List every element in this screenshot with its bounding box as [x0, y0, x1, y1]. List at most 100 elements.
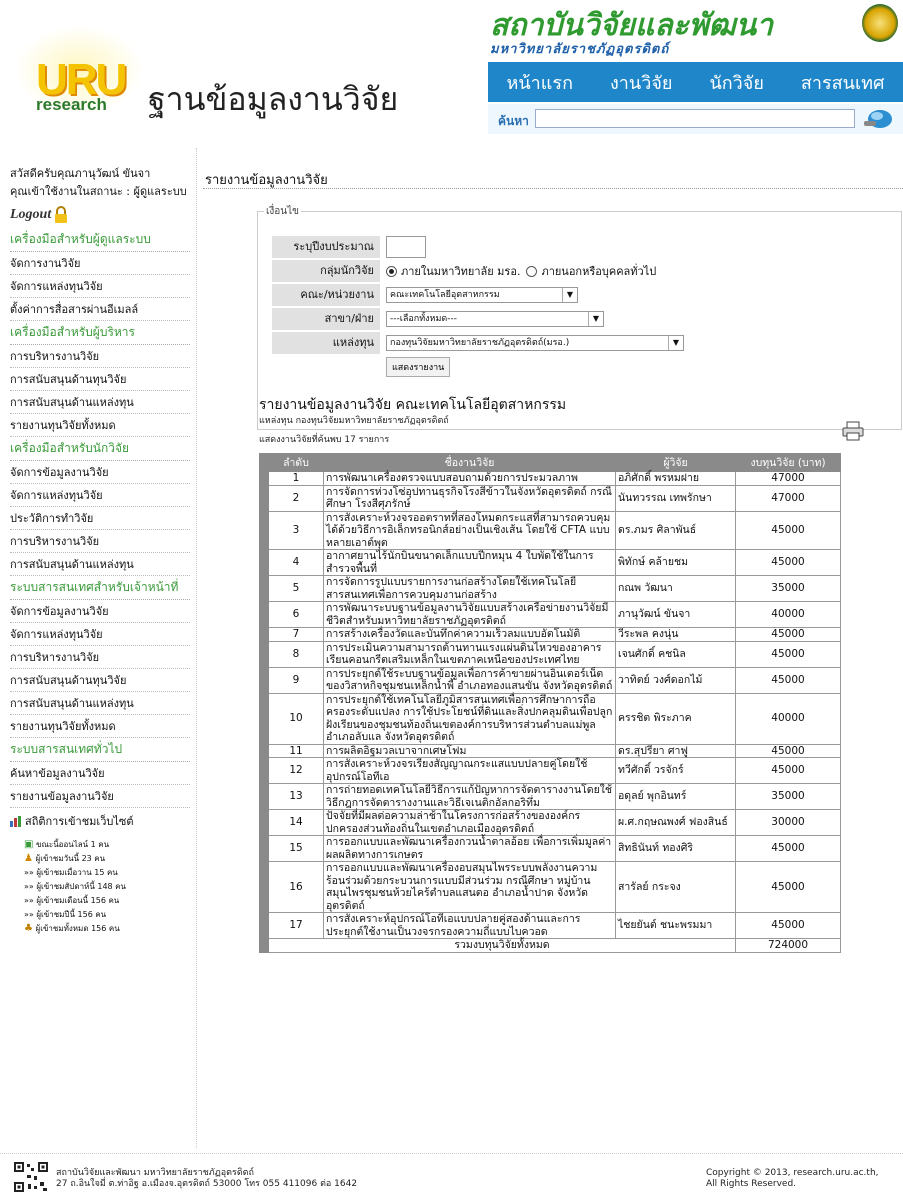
section-general-info: ระบบสารสนเทศทั่วไป — [10, 738, 190, 762]
row-bar — [259, 601, 269, 628]
condition-legend: เงื่อนไข — [266, 206, 300, 217]
sidebar-item-manage-research[interactable]: จัดการงานวิจัย — [10, 252, 190, 275]
online-users-icon: ▣ — [24, 839, 34, 850]
research-budget: 30000 — [735, 809, 841, 836]
research-title: การผลิตอิฐมวลเบาจากเศษโฟม — [323, 743, 616, 758]
site-header: URU research ฐานข้อมูลงานวิจัย สถาบันวิจ… — [0, 0, 903, 135]
sidebar-item-source-support[interactable]: การสนับสนุนด้านแหล่งทุน — [10, 553, 190, 576]
sidebar-item-manage-research-data[interactable]: จัดการข้อมูลงานวิจัย — [10, 600, 190, 623]
row-number: 17 — [268, 912, 324, 939]
researcher-name: สิทธินันท์ ทองศิริ — [615, 835, 736, 862]
research-title: การประเมินความสามารถต้านทานแรงแผ่นดินไหว… — [323, 640, 616, 668]
nav-research[interactable]: งานวิจัย — [610, 68, 672, 97]
row-bar — [259, 549, 269, 576]
group-radio-external[interactable] — [526, 265, 538, 277]
group-label: กลุ่มนักวิจัย — [272, 260, 380, 282]
row-bar — [259, 783, 269, 810]
footer-address: สถาบันวิจัยและพัฒนา มหาวิทยาลัยราชภัฏอุต… — [56, 1168, 357, 1190]
researcher-name: พิทักษ์ คล้ายชม — [615, 549, 736, 576]
stat-today: ♟ ผู้เข้าชมวันนี้ 23 คน — [24, 852, 190, 866]
search-input[interactable] — [535, 109, 855, 128]
faculty-label: คณะ/หน่วยงาน — [272, 284, 380, 306]
stat-week: »» ผู้เข้าชมสัปดาห์นี้ 148 คน — [24, 882, 126, 891]
table-row: 5 การจัดการรูปแบบรายการงานก่อสร้างโดยใช้เ… — [259, 575, 841, 602]
search-label: ค้นหา — [498, 114, 529, 128]
sidebar-item-manage-research-data[interactable]: จัดการข้อมูลงานวิจัย — [10, 461, 190, 484]
table-row: 1 การพัฒนาเครื่องตรวจแบบสอบถามด้วยการประม… — [259, 471, 841, 486]
logout-label: Logout — [10, 207, 52, 222]
row-bar — [259, 692, 269, 745]
stat-month: »» ผู้เข้าชมเดือนนี้ 156 คน — [24, 896, 120, 905]
greeting: สวัสดีครับคุณภานุวัฒน์ ขันจา — [10, 167, 151, 180]
sidebar-item-research-admin[interactable]: การบริหารงานวิจัย — [10, 345, 190, 368]
stat-total: ♣ ผู้เข้าชมทั้งหมด 156 คน — [24, 922, 190, 936]
researcher-name: กณพ วัฒนา — [615, 575, 736, 602]
sidebar-item-manage-funds[interactable]: จัดการแหล่งทุนวิจัย — [10, 484, 190, 507]
total-value: 724000 — [735, 938, 841, 953]
table-row: 12 การสังเคราะห์วงจรเรียงสัญญาณกระแสแบบปล… — [259, 757, 841, 784]
research-budget: 40000 — [735, 692, 841, 745]
nav-researchers[interactable]: นักวิจัย — [709, 68, 763, 97]
fund-label: แหล่งทุน — [272, 332, 380, 354]
nav-information[interactable]: สารสนเทศ — [801, 68, 885, 97]
sidebar-item-research-admin[interactable]: การบริหารงานวิจัย — [10, 646, 190, 669]
row-number: 3 — [268, 510, 324, 550]
logout-link[interactable]: Logout — [10, 206, 190, 224]
sidebar-item-research-report[interactable]: รายงานข้อมูลงานวิจัย — [10, 785, 190, 808]
sidebar-item-manage-funds[interactable]: จัดการแหล่งทุนวิจัย — [10, 623, 190, 646]
faculty-select-value: คณะเทคโนโลยีอุตสาหกรรม — [390, 290, 500, 300]
year-input[interactable] — [386, 236, 426, 258]
sidebar-item-source-support[interactable]: การสนับสนุนด้านแหล่งทุน — [10, 692, 190, 715]
sidebar-item-fund-support[interactable]: การสนับสนุนด้านทุนวิจัย — [10, 669, 190, 692]
show-report-button[interactable]: แสดงรายงาน — [386, 357, 451, 377]
lock-icon — [55, 206, 68, 223]
row-bar — [259, 627, 269, 642]
research-title: การสร้างเครื่องวัดและบันทึกค่าความเร็วลม… — [323, 627, 616, 642]
print-icon[interactable] — [842, 421, 864, 441]
nav-home[interactable]: หน้าแรก — [507, 68, 573, 97]
row-number: 12 — [268, 757, 324, 784]
visitor-stats-title: สถิติการเข้าชมเว็บไซต์ — [25, 815, 134, 828]
row-number: 2 — [268, 484, 324, 512]
sidebar-item-research-history[interactable]: ประวัติการทำวิจัย — [10, 507, 190, 530]
research-budget: 45000 — [735, 861, 841, 913]
search-globe-icon[interactable] — [863, 108, 893, 130]
researcher-name: ไชยยันต์ ชนะพรมมา — [615, 912, 736, 939]
branch-select-value: ---เลือกทั้งหมด--- — [390, 314, 457, 324]
researcher-name: นันทวรรณ เทพรักษา — [615, 484, 736, 512]
sidebar-item-manage-funds[interactable]: จัดการแหล่งทุนวิจัย — [10, 275, 190, 298]
researcher-name: ภานุวัฒน์ ขันจา — [615, 601, 736, 628]
sidebar-item-source-support[interactable]: การสนับสนุนด้านแหล่งทุน — [10, 391, 190, 414]
table-row: 3 การสังเคราะห์วงจรออตราทที่สองโหมดกระแสท… — [259, 510, 841, 550]
sidebar-item-all-funds-report[interactable]: รายงานทุนวิจัยทั้งหมด — [10, 414, 190, 437]
group-radio-internal[interactable] — [386, 265, 397, 277]
sidebar-item-research-admin[interactable]: การบริหารงานวิจัย — [10, 530, 190, 553]
page-title: รายงานข้อมูลงานวิจัย — [205, 173, 328, 188]
university-emblem-icon — [862, 4, 898, 42]
uru-research-logo[interactable]: URU research — [14, 25, 144, 117]
main-nav: หน้าแรก งานวิจัย นักวิจัย สารสนเทศ — [488, 62, 903, 102]
research-title: การประยุกต์ใช้ระบบฐานข้อมูลเพื่อการค้าขา… — [323, 666, 616, 694]
branch-select[interactable]: ---เลือกทั้งหมด--- ▼ — [386, 311, 604, 327]
row-number: 10 — [268, 692, 324, 745]
sidebar-item-email-settings[interactable]: ตั้งค่าการสื่อสารผ่านอีเมลล์ — [10, 298, 190, 321]
user-icon: ♟ — [24, 853, 33, 864]
sidebar-item-search-research[interactable]: ค้นหาข้อมูลงานวิจัย — [10, 762, 190, 785]
qr-code-icon — [14, 1162, 48, 1192]
report-fund-source: แหล่งทุน กองทุนวิจัยมหาวิทยาลัยราชภัฏอุต… — [259, 416, 449, 426]
researcher-name: ดร.ภมร ศิลาพันธ์ — [615, 510, 736, 550]
col-no: ลำดับ — [268, 453, 324, 472]
search-bar: ค้นหา — [488, 104, 903, 134]
fund-select[interactable]: กองทุนวิจัยมหาวิทยาลัยราชภัฏอุตรดิตถ์(มร… — [386, 335, 684, 351]
row-bar — [259, 666, 269, 694]
row-bar — [259, 757, 269, 784]
table-row: 8 การประเมินความสามารถต้านทานแรงแผ่นดินไห… — [259, 640, 841, 668]
sidebar-item-all-funds-report[interactable]: รายงานทุนวิจัยทั้งหมด — [10, 715, 190, 738]
sidebar-item-fund-support[interactable]: การสนับสนุนด้านทุนวิจัย — [10, 368, 190, 391]
row-bar — [259, 640, 269, 668]
button-row: แสดงรายงาน — [272, 356, 451, 378]
faculty-select[interactable]: คณะเทคโนโลยีอุตสาหกรรม ▼ — [386, 287, 578, 303]
research-budget: 35000 — [735, 575, 841, 602]
row-bar — [259, 484, 269, 512]
table-row: 4 อากาศยานไร้นักบินขนาดเล็กแบบปีกหมุน 4 ใ… — [259, 549, 841, 576]
